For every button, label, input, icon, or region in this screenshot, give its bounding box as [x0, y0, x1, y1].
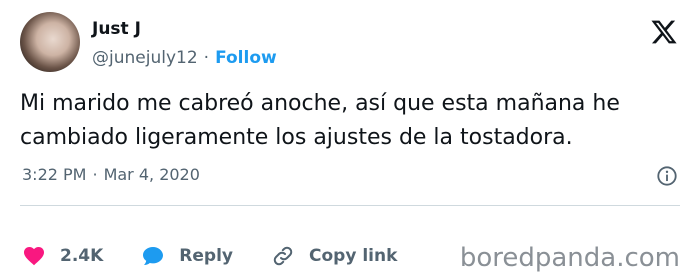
- author-handle-row: @junejuly12 · Follow: [92, 48, 277, 68]
- action-bar: 2.4K Reply Copy link: [22, 244, 435, 268]
- follow-button[interactable]: Follow: [215, 48, 277, 68]
- tweet-time[interactable]: 3:22 PM: [22, 165, 86, 184]
- reply-label: Reply: [179, 246, 233, 266]
- watermark: boredpanda.com: [459, 243, 680, 273]
- meta-separator: ·: [92, 165, 98, 184]
- divider: [20, 205, 680, 206]
- tweet-text: Mi marido me cabreó anoche, así que esta…: [20, 91, 620, 150]
- like-count: 2.4K: [60, 246, 104, 266]
- author-handle[interactable]: @junejuly12: [92, 48, 198, 68]
- reply-button[interactable]: Reply: [141, 244, 233, 268]
- avatar[interactable]: [20, 12, 80, 72]
- info-icon[interactable]: [656, 165, 678, 187]
- like-button[interactable]: 2.4K: [22, 244, 103, 268]
- speech-bubble-icon: [143, 247, 164, 265]
- author-name[interactable]: Just J: [92, 19, 141, 39]
- copy-link-label: Copy link: [309, 246, 398, 266]
- copy-link-button[interactable]: Copy link: [271, 244, 397, 268]
- handle-separator: ·: [203, 48, 210, 68]
- tweet-meta: 3:22 PM · Mar 4, 2020: [22, 165, 200, 184]
- link-icon: [273, 246, 293, 266]
- tweet-date[interactable]: Mar 4, 2020: [104, 165, 200, 184]
- x-logo-icon[interactable]: [650, 18, 678, 46]
- heart-icon: [24, 247, 44, 266]
